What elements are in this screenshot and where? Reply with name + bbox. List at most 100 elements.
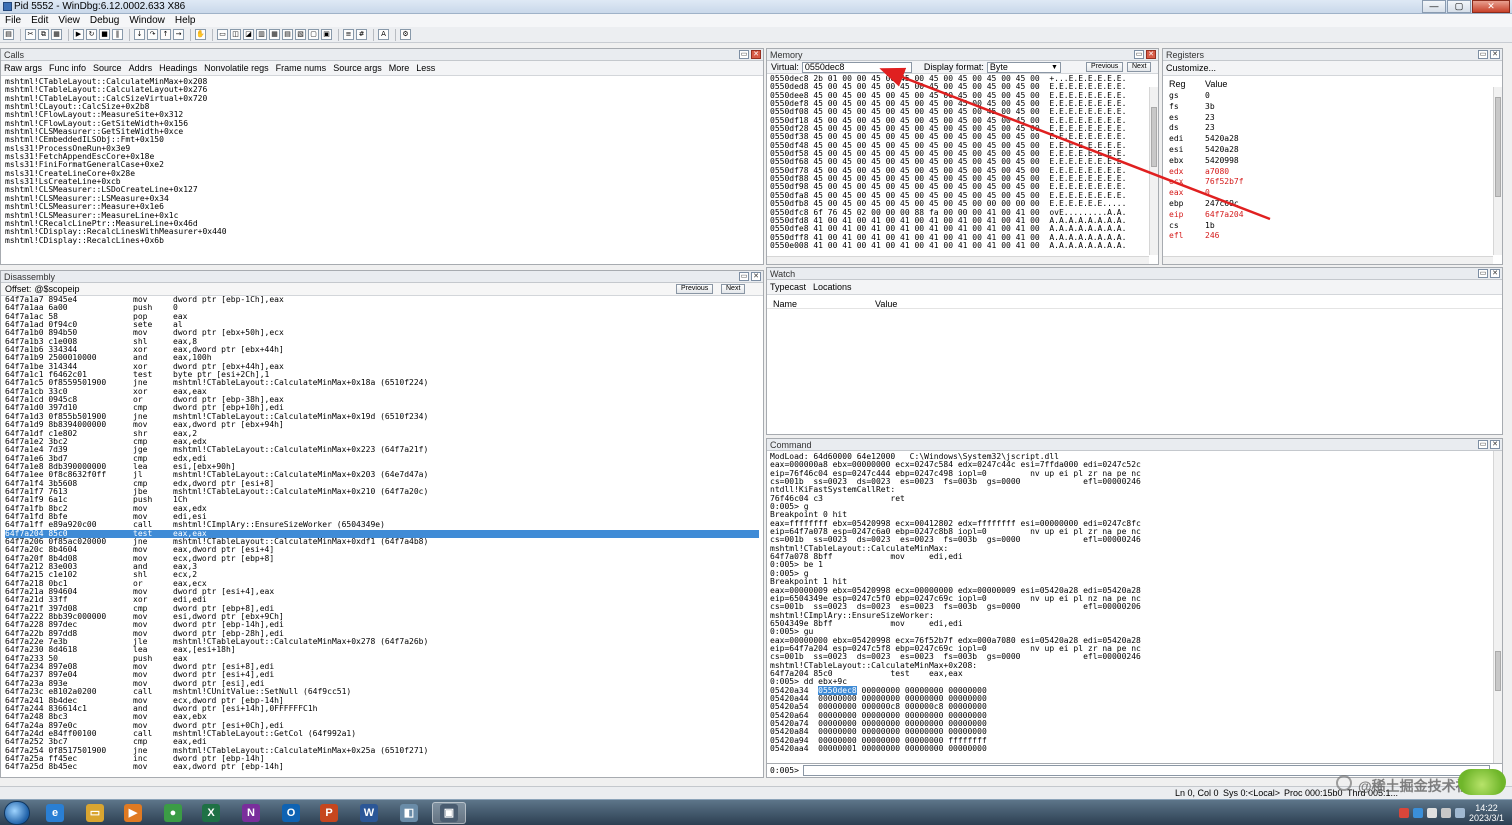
taskbar-app-media[interactable]: ▶ [116,802,150,824]
disassembly-row[interactable]: 64f7a1b9 2500010000 and eax,100h [5,354,759,363]
pane-dock-icon[interactable]: ▭ [1134,50,1144,59]
disassembly-row[interactable]: 64f7a1aa 6a00 push 0 [5,303,759,312]
disassembly-row[interactable]: 64f7a21d 33ff xor edi,edi [5,596,759,605]
taskbar-app-files[interactable]: ◧ [392,802,426,824]
watch-option-locations[interactable]: Locations [813,282,852,292]
options-icon[interactable]: ⚙ [400,29,411,40]
command-scrollbar[interactable] [1493,451,1502,763]
calls-option-less[interactable]: Less [416,63,435,73]
taskbar-app-excel[interactable]: X [194,802,228,824]
memory-scrollbar[interactable] [1149,87,1158,255]
restart-icon[interactable]: ↻ [86,29,97,40]
break-icon[interactable]: ‖ [112,29,123,40]
disassembly-row[interactable]: 64f7a1e4 7d39 jge mshtml!CTableLayout::Cal… [5,445,759,454]
disassembly-row[interactable]: 64f7a1b0 894b50 mov dword ptr [ebx+50h],ec… [5,329,759,338]
locals-window-icon[interactable]: ◪ [243,29,254,40]
calls-option-addrs[interactable]: Addrs [129,63,153,73]
disassembly-row[interactable]: 64f7a237 897e04 mov dword ptr [esi+4],edi [5,671,759,680]
pane-close-icon[interactable]: ✕ [751,50,761,59]
disassembly-row[interactable]: 64f7a1ad 0f94c0 sete al [5,320,759,329]
step-into-icon[interactable]: ↓ [134,29,145,40]
registers-window-icon[interactable]: ▥ [256,29,267,40]
scroll-thumb[interactable] [1495,97,1501,197]
watch-window-icon[interactable]: ◫ [230,29,241,40]
virtual-address-input[interactable]: 0550dec8 [801,61,912,73]
disassembly-row[interactable]: 64f7a233 50 push eax [5,654,759,663]
register-row[interactable]: eax 0 [1169,188,1502,199]
calls-option-func-info[interactable]: Func info [49,63,86,73]
memory-next-button[interactable]: Next [1127,62,1152,72]
scratch-pad-icon[interactable]: ▢ [308,29,319,40]
taskbar-clock[interactable]: 14:22 2023/3/1 [1469,803,1504,823]
processes-threads-icon[interactable]: ▣ [321,29,332,40]
close-button[interactable]: ✕ [1472,0,1510,13]
register-row[interactable]: gs 0 [1169,91,1502,102]
disassembly-row[interactable]: 64f7a254 0f8517501900 jne mshtml!CTableLay… [5,746,759,755]
register-row[interactable]: edi 5420a28 [1169,134,1502,145]
maximize-button[interactable]: ▢ [1447,0,1471,13]
offset-input[interactable]: @$scopeip [34,284,79,294]
menu-window[interactable]: Window [124,14,170,27]
disassembly-row[interactable]: 64f7a1d3 0f855b501900 jne mshtml!CTableLay… [5,412,759,421]
disassembly-row[interactable]: 64f7a21f 397d08 cmp dword ptr [ebp+8],edi [5,604,759,613]
previous-button[interactable]: Previous [676,284,714,294]
disassembly-row[interactable]: 64f7a25a ff45ec inc dword ptr [ebp-14h] [5,754,759,763]
disassembly-row[interactable]: 64f7a1cd 0945c8 or dword ptr [ebp-38h],eax [5,395,759,404]
menu-file[interactable]: File [0,14,26,27]
calls-option-source-args[interactable]: Source args [333,63,382,73]
registers-scrollbar[interactable] [1493,87,1502,255]
disassembly-row[interactable]: 64f7a1b3 c1e008 shl eax,8 [5,337,759,346]
disassembly-row[interactable]: 64f7a218 0bc1 or eax,ecx [5,579,759,588]
pane-dock-icon[interactable]: ▭ [739,50,749,59]
menu-debug[interactable]: Debug [85,14,124,27]
register-row[interactable]: efl 246 [1169,231,1502,242]
register-row[interactable]: eip 64f7a204 [1169,210,1502,221]
disassembly-row[interactable]: 64f7a215 c1e102 shl ecx,2 [5,570,759,579]
calls-option-nonvolatile-regs[interactable]: Nonvolatile regs [204,63,269,73]
disassembly-row[interactable]: 64f7a1cb 33c0 xor eax,eax [5,387,759,396]
register-row[interactable]: ebp 247c69c [1169,199,1502,210]
display-format-select[interactable]: Byte ▼ [986,61,1061,73]
disassembly-row[interactable]: 64f7a230 8d4618 lea eax,[esi+18h] [5,646,759,655]
start-button[interactable] [4,801,30,825]
stop-debugging-icon[interactable]: ■ [99,29,110,40]
pane-close-icon[interactable]: ✕ [1490,50,1500,59]
disassembly-row[interactable]: 64f7a1c5 0f8559501900 jne mshtml!CTableLay… [5,379,759,388]
taskbar-app-outlook[interactable]: O [274,802,308,824]
tray-volume-icon[interactable] [1440,808,1451,818]
memory-previous-button[interactable]: Previous [1086,62,1124,72]
disassembly-row[interactable]: 64f7a20c 8b4604 mov eax,dword ptr [esi+4] [5,545,759,554]
disassembly-row[interactable]: 64f7a1b6 334344 xor eax,dword ptr [ebx+44h… [5,345,759,354]
disassembly-row[interactable]: 64f7a234 897e08 mov dword ptr [esi+8],edi [5,662,759,671]
go-icon[interactable]: ▶ [73,29,84,40]
disassembly-row[interactable]: 64f7a24d e84ff00100 call mshtml!CTableLayo… [5,729,759,738]
source-mode-icon[interactable]: ≡ [343,29,354,40]
open-icon[interactable]: ▤ [3,29,14,40]
pane-close-icon[interactable]: ✕ [751,272,761,281]
disassembly-row[interactable]: 64f7a1ac 58 pop eax [5,312,759,321]
disassembly-row[interactable]: 64f7a1f9 6a1c push 1Ch [5,495,759,504]
disassembly-row[interactable]: 64f7a241 8b4dec mov ecx,dword ptr [ebp-14h… [5,696,759,705]
disassembly-row[interactable]: 64f7a248 8bc3 mov eax,ebx [5,712,759,721]
font-icon[interactable]: A [378,29,389,40]
tray-flag-icon[interactable] [1454,808,1465,818]
taskbar-app-chrome[interactable]: ● [156,802,190,824]
disassembly-row[interactable]: 64f7a20f 8b4d08 mov ecx,dword ptr [ebp+8] [5,554,759,563]
calls-window-icon[interactable]: ▤ [282,29,293,40]
taskbar-app-word[interactable]: W [352,802,386,824]
tray-network-icon[interactable] [1426,808,1437,818]
taskbar-app-windbg[interactable]: ▣ [432,802,466,824]
taskbar-app-onenote[interactable]: N [234,802,268,824]
tray-help-icon[interactable] [1412,808,1423,818]
disassembly-row[interactable]: 64f7a23c e8102a0200 call mshtml!CUnitValue… [5,687,759,696]
register-row[interactable]: cs 1b [1169,221,1502,232]
register-row[interactable]: ebx 5420998 [1169,156,1502,167]
pane-close-icon[interactable]: ✕ [1490,269,1500,278]
calls-option-more[interactable]: More [389,63,410,73]
pane-close-icon[interactable]: ✕ [1146,50,1156,59]
disassembly-row[interactable]: 64f7a1a7 8945e4 mov dword ptr [ebp-1Ch],ea… [5,295,759,304]
taskbar-app-explorer[interactable]: ▭ [78,802,112,824]
disassembly-row[interactable]: 64f7a222 8bb39c000000 mov esi,dword ptr [e… [5,612,759,621]
register-row[interactable]: esi 5420a28 [1169,145,1502,156]
watch-option-typecast[interactable]: Typecast [770,282,806,292]
